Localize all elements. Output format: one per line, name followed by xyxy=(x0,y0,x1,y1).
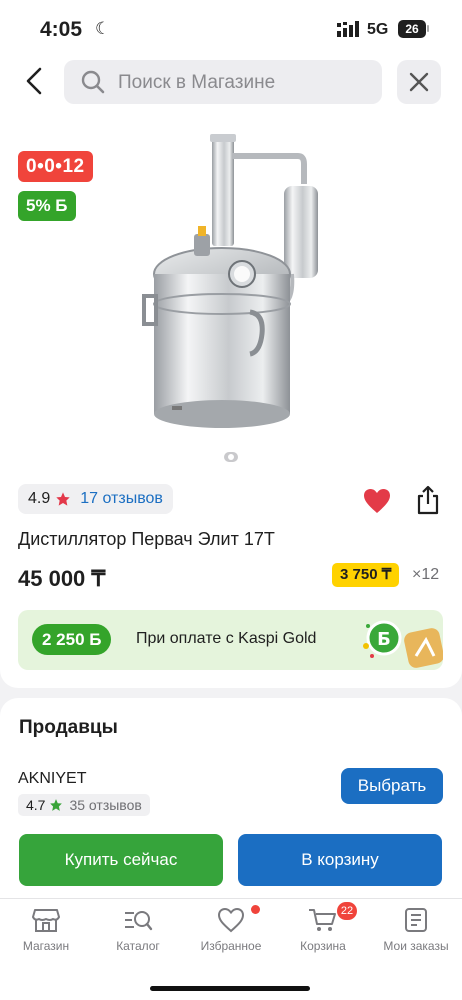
favorites-notification-dot xyxy=(251,905,260,914)
star-icon xyxy=(56,492,70,506)
tab-store-label: Магазин xyxy=(22,939,70,953)
battery-tip xyxy=(427,25,429,32)
do-not-disturb-moon-icon: ☾ xyxy=(95,19,111,38)
close-button[interactable] xyxy=(397,60,441,104)
seller-rating-chip[interactable]: 4.7 35 отзывов xyxy=(18,794,150,816)
monthly-payment-chip[interactable]: 3 750 ₸ xyxy=(332,563,400,587)
buy-now-button[interactable]: Купить сейчас xyxy=(19,834,223,886)
seller-rating-value: 4.7 xyxy=(26,797,46,813)
network-type: 5G xyxy=(367,21,389,38)
catalog-search-icon xyxy=(125,911,153,931)
heart-icon xyxy=(217,907,245,933)
bonus-badge: 5% Б xyxy=(18,191,76,221)
image-pagination-dot xyxy=(224,452,238,462)
installment-badge: 0•0•12 xyxy=(18,151,93,182)
header: Поиск в Магазине xyxy=(0,56,462,116)
product-image[interactable] xyxy=(132,124,332,456)
search-input[interactable]: Поиск в Магазине xyxy=(64,60,382,104)
rating-chip[interactable]: 4.9 17 отзывов xyxy=(18,484,173,514)
bonus-coins-icon: Б xyxy=(363,620,443,668)
status-time: 4:05 xyxy=(40,18,83,41)
tab-cart[interactable]: 22 Корзина xyxy=(277,902,369,953)
installment-months: ×12 xyxy=(412,566,440,583)
status-bar: 4:05 ☾ 5G 26 xyxy=(0,0,462,56)
tab-favorites[interactable]: Избранное xyxy=(185,905,277,953)
tab-orders[interactable]: Мои заказы xyxy=(370,907,462,953)
svg-text:Б: Б xyxy=(377,629,391,650)
signal-icon xyxy=(337,21,359,37)
store-icon xyxy=(32,909,60,932)
product-title: Дистиллятор Первач Элит 17Т xyxy=(18,529,275,549)
cart-count-badge: 22 xyxy=(337,902,357,920)
search-placeholder: Поиск в Магазине xyxy=(118,72,276,93)
tab-cart-label: Корзина xyxy=(300,939,346,953)
orders-icon xyxy=(405,908,427,932)
gold-bonus-amount: 2 250 Б xyxy=(32,624,112,655)
close-icon xyxy=(409,72,429,92)
tab-catalog[interactable]: Каталог xyxy=(92,907,184,953)
choose-seller-button[interactable]: Выбрать xyxy=(341,768,443,804)
seller-reviews: 35 отзывов xyxy=(69,797,142,813)
product-card: 0•0•12 5% Б 4.9 17 отзывов Дистиллятор П… xyxy=(0,116,462,688)
gold-banner-text: При оплате с Kaspi Gold xyxy=(136,630,317,647)
sellers-section: Продавцы AKNIYET 4.7 35 отзывов Выбрать … xyxy=(0,698,462,898)
star-icon xyxy=(50,799,63,811)
rating-value: 4.9 xyxy=(28,490,51,507)
tab-favorites-label: Избранное xyxy=(200,939,262,953)
tab-bar: Магазин Каталог Избранное 22 Корзина Мои… xyxy=(0,898,462,1000)
add-to-cart-button[interactable]: В корзину xyxy=(238,834,442,886)
favorite-heart-icon[interactable] xyxy=(363,488,391,514)
back-button[interactable] xyxy=(20,64,52,98)
reviews-link[interactable]: 17 отзывов xyxy=(80,484,163,514)
sellers-title: Продавцы xyxy=(19,717,118,738)
search-icon xyxy=(81,70,105,94)
tab-store[interactable]: Магазин xyxy=(0,907,92,953)
product-price: 45 000 ₸ xyxy=(18,566,106,591)
home-indicator xyxy=(150,986,310,991)
cart-icon xyxy=(309,909,336,931)
tab-catalog-label: Каталог xyxy=(116,939,160,953)
share-icon[interactable] xyxy=(414,485,442,515)
seller-name[interactable]: AKNIYET xyxy=(18,770,86,788)
chevron-left-icon xyxy=(26,67,42,95)
battery-icon: 26 xyxy=(398,20,426,38)
kaspi-gold-banner[interactable]: 2 250 Б При оплате с Kaspi Gold Б xyxy=(18,610,443,670)
tab-orders-label: Мои заказы xyxy=(383,939,449,953)
